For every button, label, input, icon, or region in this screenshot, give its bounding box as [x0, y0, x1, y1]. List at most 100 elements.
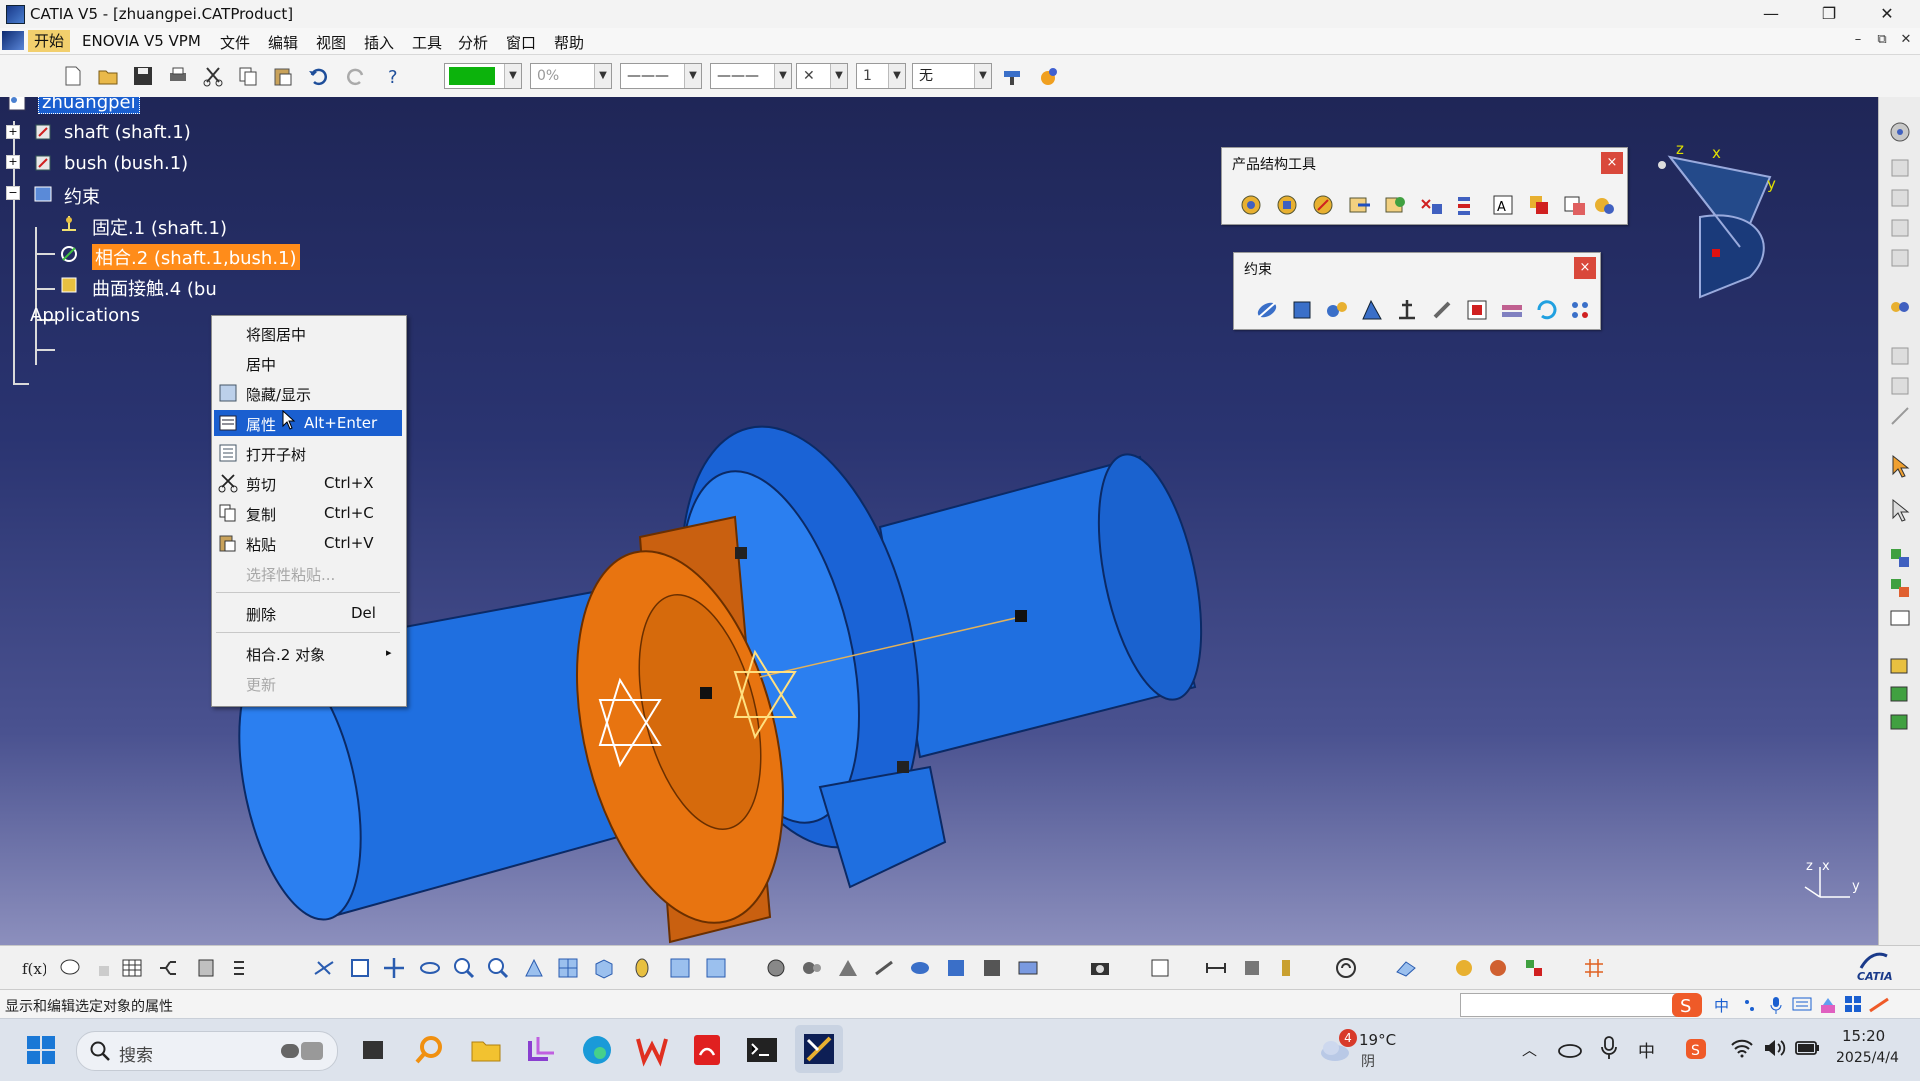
existing-with-positioning-icon[interactable]: [1382, 192, 1408, 218]
collapse-icon[interactable]: −: [6, 186, 20, 200]
new-file-icon[interactable]: [62, 65, 84, 87]
constraint-marker[interactable]: [735, 547, 747, 559]
flexible-rigid-icon[interactable]: [1499, 297, 1525, 323]
open-folder-icon[interactable]: [97, 65, 119, 87]
snap-icon[interactable]: [1887, 343, 1913, 369]
mdi-restore-button[interactable]: ⧉: [1872, 32, 1892, 47]
clash-detection-icon[interactable]: [944, 956, 968, 980]
painter-icon[interactable]: [1002, 65, 1024, 87]
generate-numbering-icon[interactable]: A: [1490, 192, 1516, 218]
kinematics-icon[interactable]: [800, 956, 824, 980]
expand-icon[interactable]: +: [6, 125, 20, 139]
microphone-icon[interactable]: [1600, 1035, 1618, 1061]
clash-icon[interactable]: [1887, 575, 1913, 601]
select-mode-icon[interactable]: [1887, 497, 1913, 523]
sogou-ime-icon[interactable]: S: [1670, 991, 1704, 1019]
command-input[interactable]: [1460, 993, 1677, 1017]
menu-item-center[interactable]: 居中: [214, 350, 402, 376]
cut-icon[interactable]: [202, 65, 224, 87]
menu-view[interactable]: 视图: [316, 32, 346, 53]
graph-icon[interactable]: [156, 956, 180, 980]
render-icon[interactable]: [1452, 956, 1476, 980]
linetype-combo[interactable]: ——— ▼: [620, 63, 702, 89]
smart-move-icon[interactable]: [1887, 373, 1913, 399]
apply-material-icon[interactable]: [1522, 956, 1546, 980]
tree-item-contact[interactable]: 曲面接触.4 (bu: [92, 275, 217, 301]
catia-taskbar-active[interactable]: [795, 1025, 843, 1073]
menu-enovia[interactable]: ENOVIA V5 VPM: [82, 32, 201, 50]
color-combo[interactable]: ▼: [444, 63, 522, 89]
menu-item-cut[interactable]: 剪切 Ctrl+X: [214, 470, 402, 496]
copy-icon[interactable]: [237, 65, 259, 87]
menu-item-hide-show[interactable]: 隐藏/显示: [214, 380, 402, 406]
battery-icon[interactable]: [1794, 1039, 1820, 1057]
tree-item-fix[interactable]: 固定.1 (shaft.1): [92, 214, 227, 240]
selective-load-icon[interactable]: [1526, 192, 1552, 218]
material-icon[interactable]: [1486, 956, 1510, 980]
rendering-style-combo[interactable]: 1 ▼: [856, 63, 906, 89]
microphone-icon[interactable]: [1768, 995, 1784, 1015]
hole-feature-icon[interactable]: [1887, 681, 1913, 707]
fit-all-icon[interactable]: [348, 956, 372, 980]
fix-together-icon[interactable]: [1429, 297, 1455, 323]
measure-inertia-icon[interactable]: [1274, 956, 1298, 980]
clock-date[interactable]: 2025/4/4: [1836, 1050, 1899, 1066]
mechanism-icon[interactable]: [764, 956, 788, 980]
fix-component-icon[interactable]: [1394, 297, 1420, 323]
skin-icon[interactable]: [1818, 995, 1838, 1015]
distance-analysis-icon[interactable]: [1887, 605, 1913, 631]
zoom-in-icon[interactable]: [452, 956, 476, 980]
change-constraint-icon[interactable]: [1534, 297, 1560, 323]
workbench-icon[interactable]: [1887, 119, 1913, 145]
mdi-minimize-button[interactable]: –: [1848, 32, 1868, 47]
restore-button[interactable]: ❐: [1800, 0, 1858, 28]
part-icon[interactable]: [32, 152, 54, 174]
formula-icon[interactable]: f(x): [22, 956, 46, 980]
comment-icon[interactable]: [58, 956, 82, 980]
tree-item-shaft[interactable]: shaft (shaft.1): [64, 122, 191, 143]
rotate-icon[interactable]: [418, 956, 442, 980]
catalog-icon[interactable]: [194, 956, 218, 980]
sogou-tools-icon[interactable]: [1868, 995, 1890, 1015]
toolbox-icon[interactable]: [1844, 995, 1862, 1013]
layer-combo[interactable]: 无 ▼: [912, 63, 992, 89]
graphic-properties-icon[interactable]: [1038, 65, 1060, 87]
hide-show-icon[interactable]: [668, 956, 692, 980]
space-analysis-icon[interactable]: [1887, 545, 1913, 571]
replace-component-icon[interactable]: [1418, 192, 1444, 218]
transparency-combo[interactable]: 0% ▼: [530, 63, 612, 89]
insert-product-icon[interactable]: [1274, 192, 1300, 218]
keyboard-icon[interactable]: [1792, 996, 1812, 1012]
menu-item-delete[interactable]: 删除 Del: [214, 600, 402, 626]
update-icon[interactable]: [1887, 155, 1913, 181]
track-icon[interactable]: [872, 956, 896, 980]
contact-constraint-icon[interactable]: [1289, 297, 1315, 323]
menu-item-properties[interactable]: 属性 Alt+Enter: [214, 410, 402, 436]
manipulation-icon[interactable]: [1887, 293, 1913, 319]
pocket-feature-icon[interactable]: [1887, 709, 1913, 735]
weather-widget[interactable]: 4 19°C 阴: [1315, 1029, 1425, 1071]
normal-view-icon[interactable]: [522, 956, 546, 980]
table-icon[interactable]: [120, 956, 144, 980]
menu-window[interactable]: 窗口: [506, 32, 536, 53]
menu-item-paste[interactable]: 粘贴 Ctrl+V: [214, 530, 402, 556]
menu-insert[interactable]: 插入: [364, 32, 394, 53]
save-icon[interactable]: [132, 65, 154, 87]
pdf-reader-icon[interactable]: [690, 1033, 724, 1067]
menu-help[interactable]: 帮助: [554, 32, 584, 53]
assembly-feature-icon[interactable]: [1887, 653, 1913, 679]
sectioning-icon[interactable]: [1887, 245, 1913, 271]
expand-icon[interactable]: +: [6, 155, 20, 169]
insert-component-icon[interactable]: [1238, 192, 1264, 218]
iso-view-icon[interactable]: [592, 956, 616, 980]
menu-tools[interactable]: 工具: [412, 32, 442, 53]
wifi-icon[interactable]: [1730, 1037, 1754, 1059]
existing-component-icon[interactable]: [1346, 192, 1372, 218]
tree-item-applications[interactable]: Applications: [30, 305, 140, 326]
taskbar-search-box[interactable]: 搜索: [76, 1031, 338, 1071]
analysis-icon[interactable]: [1148, 956, 1172, 980]
menu-file[interactable]: 文件: [220, 32, 250, 53]
simulation-icon[interactable]: [836, 956, 860, 980]
start-button-icon[interactable]: [24, 1033, 58, 1067]
wps-office-icon[interactable]: [635, 1033, 669, 1067]
